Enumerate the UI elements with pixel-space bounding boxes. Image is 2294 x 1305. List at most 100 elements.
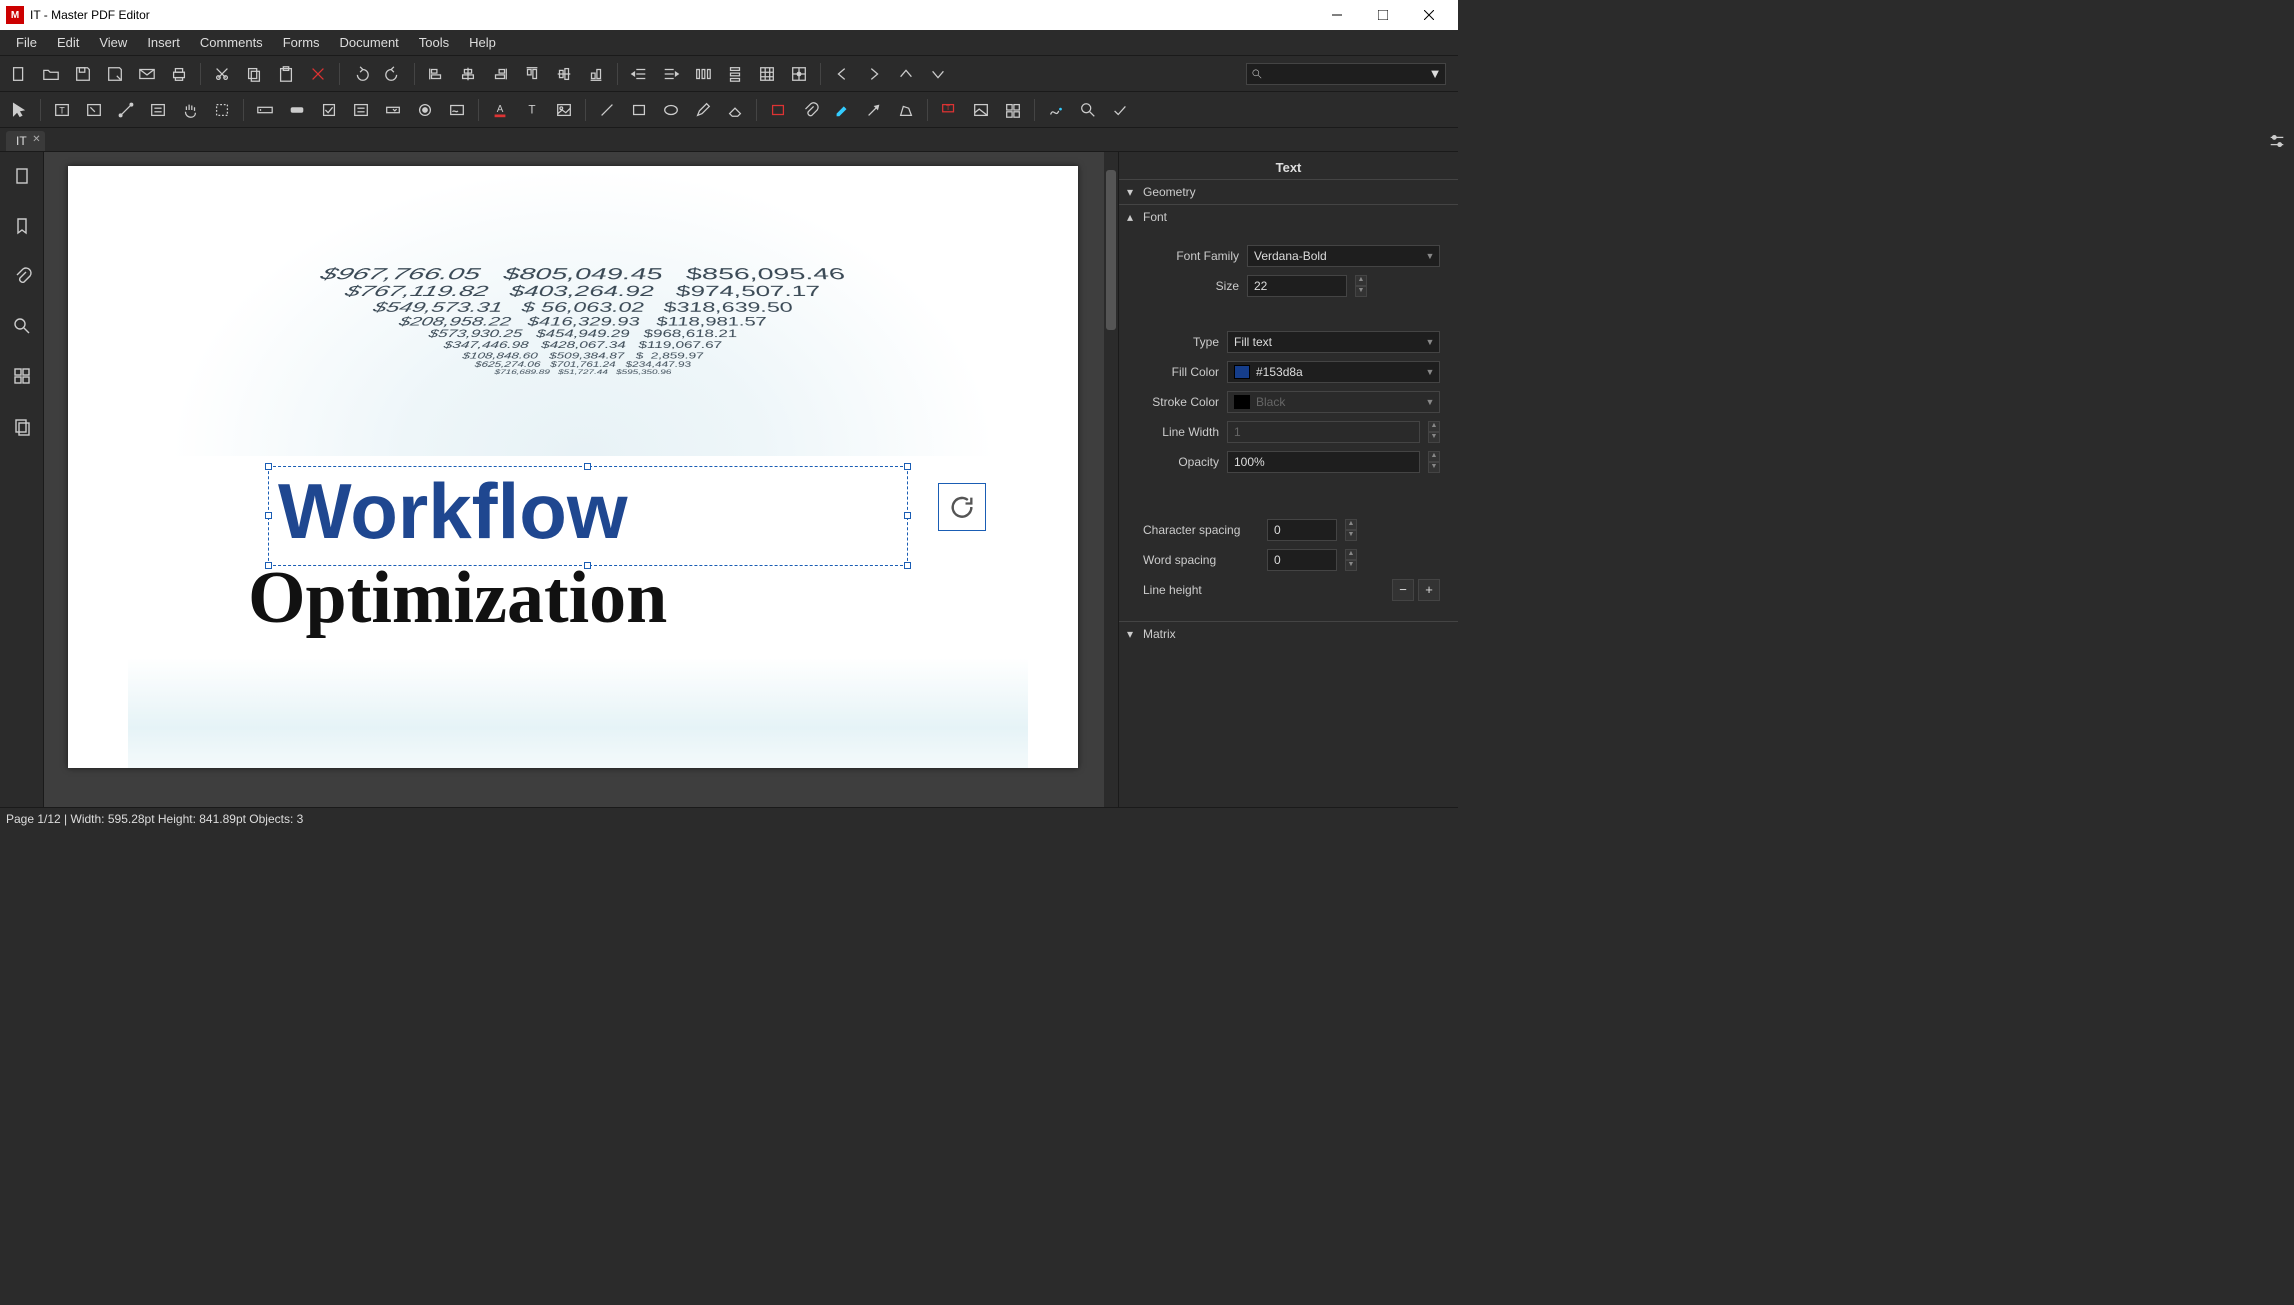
indent-right-icon[interactable]: [656, 59, 686, 89]
marquee-icon[interactable]: [207, 95, 237, 125]
attachment-icon[interactable]: [795, 95, 825, 125]
combo-field-icon[interactable]: [378, 95, 408, 125]
char-spacing-spin[interactable]: ▲▼: [1345, 519, 1357, 541]
paste-icon[interactable]: [271, 59, 301, 89]
page-surface[interactable]: $967,766.05 $805,049.45 $856,095.46 $767…: [68, 166, 1078, 768]
eraser-tool-icon[interactable]: [720, 95, 750, 125]
word-spacing-spin[interactable]: ▲▼: [1345, 549, 1357, 571]
align-left-icon[interactable]: [421, 59, 451, 89]
sidebar-search-icon[interactable]: [6, 310, 38, 342]
tab-it[interactable]: IT ✕: [6, 131, 45, 151]
edit-box-icon[interactable]: [79, 95, 109, 125]
list-field-icon[interactable]: [346, 95, 376, 125]
button-field-icon[interactable]: [282, 95, 312, 125]
font-size-spin[interactable]: ▲▼: [1355, 275, 1367, 297]
close-button[interactable]: [1406, 0, 1452, 30]
opacity-input[interactable]: 100%: [1227, 451, 1420, 473]
dist-h-icon[interactable]: [688, 59, 718, 89]
opacity-spin[interactable]: ▲▼: [1428, 451, 1440, 473]
tab-close-icon[interactable]: ✕: [32, 134, 40, 145]
print-icon[interactable]: [164, 59, 194, 89]
section-matrix[interactable]: ▾Matrix: [1119, 621, 1458, 646]
edit-path-icon[interactable]: [111, 95, 141, 125]
rotate-handle-icon[interactable]: [938, 483, 986, 531]
fill-color-select[interactable]: #153d8a▼: [1227, 361, 1440, 383]
signature-field-icon[interactable]: [442, 95, 472, 125]
edit-text-icon[interactable]: T: [47, 95, 77, 125]
menu-file[interactable]: File: [6, 31, 47, 54]
select-tool-icon[interactable]: [4, 95, 34, 125]
dist-v-icon[interactable]: [720, 59, 750, 89]
arrow-ann-icon[interactable]: [859, 95, 889, 125]
maximize-button[interactable]: [1360, 0, 1406, 30]
menu-help[interactable]: Help: [459, 31, 506, 54]
checkbox-icon[interactable]: [314, 95, 344, 125]
line-height-plus[interactable]: +: [1418, 579, 1440, 601]
line-tool-icon[interactable]: [592, 95, 622, 125]
align-right-icon[interactable]: [485, 59, 515, 89]
menu-forms[interactable]: Forms: [273, 31, 330, 54]
menu-comments[interactable]: Comments: [190, 31, 273, 54]
font-family-select[interactable]: Verdana-Bold▼: [1247, 245, 1440, 267]
redo-icon[interactable]: [378, 59, 408, 89]
image-ann-icon[interactable]: [966, 95, 996, 125]
pencil-tool-icon[interactable]: [688, 95, 718, 125]
down-icon[interactable]: [923, 59, 953, 89]
hand-tool-icon[interactable]: [175, 95, 205, 125]
insert-text-icon[interactable]: T: [517, 95, 547, 125]
selection-box[interactable]: [268, 466, 908, 566]
search-box[interactable]: ▼: [1246, 63, 1446, 85]
freehand-icon[interactable]: [1041, 95, 1071, 125]
panel-options-icon[interactable]: [2264, 128, 2290, 154]
font-size-input[interactable]: 22: [1247, 275, 1347, 297]
rectangle-ann-icon[interactable]: [763, 95, 793, 125]
sidebar-bookmarks-icon[interactable]: [6, 210, 38, 242]
word-spacing-input[interactable]: 0: [1267, 549, 1337, 571]
copy-icon[interactable]: [239, 59, 269, 89]
headline-optimization[interactable]: Optimization: [248, 556, 667, 641]
search-dropdown-icon[interactable]: ▼: [1429, 66, 1441, 81]
new-icon[interactable]: [4, 59, 34, 89]
minimize-button[interactable]: [1314, 0, 1360, 30]
next-page-icon[interactable]: [859, 59, 889, 89]
open-icon[interactable]: [36, 59, 66, 89]
sidebar-layers-icon[interactable]: [6, 410, 38, 442]
line-height-minus[interactable]: −: [1392, 579, 1414, 601]
save-icon[interactable]: [68, 59, 98, 89]
type-select[interactable]: Fill text▼: [1227, 331, 1440, 353]
insert-image-icon[interactable]: [549, 95, 579, 125]
snap-icon[interactable]: [784, 59, 814, 89]
sidebar-pages-icon[interactable]: [6, 160, 38, 192]
up-icon[interactable]: [891, 59, 921, 89]
polygon-ann-icon[interactable]: [891, 95, 921, 125]
canvas[interactable]: $967,766.05 $805,049.45 $856,095.46 $767…: [44, 152, 1118, 807]
grid-icon[interactable]: [752, 59, 782, 89]
sidebar-thumbnails-icon[interactable]: [6, 360, 38, 392]
align-middle-icon[interactable]: [549, 59, 579, 89]
mail-icon[interactable]: [132, 59, 162, 89]
menu-insert[interactable]: Insert: [137, 31, 190, 54]
form-icon[interactable]: [143, 95, 173, 125]
ellipse-tool-icon[interactable]: [656, 95, 686, 125]
radio-field-icon[interactable]: [410, 95, 440, 125]
align-center-icon[interactable]: [453, 59, 483, 89]
stamp-icon[interactable]: [998, 95, 1028, 125]
text-color-icon[interactable]: A: [485, 95, 515, 125]
vertical-scrollbar[interactable]: [1104, 152, 1118, 807]
zoom-tool-icon[interactable]: [1073, 95, 1103, 125]
text-callout-icon[interactable]: T: [934, 95, 964, 125]
section-font-header[interactable]: ▴Font: [1119, 205, 1458, 229]
section-geometry[interactable]: ▾Geometry: [1119, 179, 1458, 204]
text-field-icon[interactable]: [250, 95, 280, 125]
sidebar-attachments-icon[interactable]: [6, 260, 38, 292]
menu-view[interactable]: View: [89, 31, 137, 54]
align-top-icon[interactable]: [517, 59, 547, 89]
saveas-icon[interactable]: [100, 59, 130, 89]
menu-edit[interactable]: Edit: [47, 31, 89, 54]
undo-icon[interactable]: [346, 59, 376, 89]
cut-icon[interactable]: [207, 59, 237, 89]
check-icon[interactable]: [1105, 95, 1135, 125]
align-bottom-icon[interactable]: [581, 59, 611, 89]
rect-tool-icon[interactable]: [624, 95, 654, 125]
char-spacing-input[interactable]: 0: [1267, 519, 1337, 541]
